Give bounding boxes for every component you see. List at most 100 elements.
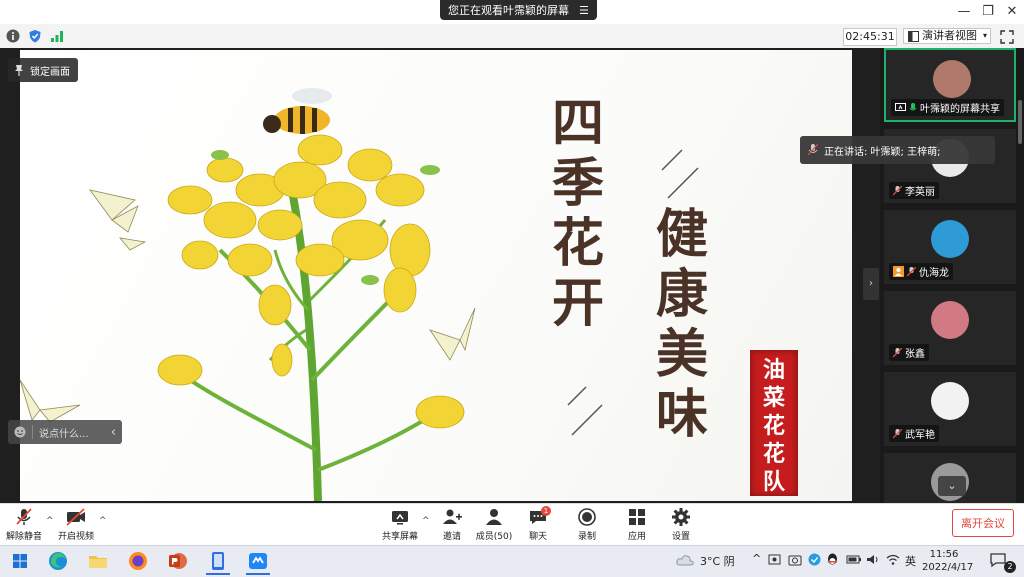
audio-options-caret[interactable]: ^ — [46, 516, 54, 526]
leave-meeting-button[interactable]: 离开会议 — [952, 509, 1014, 537]
shield-icon[interactable] — [28, 29, 42, 43]
mic-muted-icon — [907, 266, 916, 277]
collapse-chat-button[interactable]: ‹ — [111, 425, 116, 440]
apps-button[interactable]: 应用 — [617, 505, 657, 543]
fullscreen-icon[interactable] — [998, 28, 1016, 46]
participant-tile[interactable]: 武军艳 — [884, 372, 1016, 446]
presenter-view-label: 演讲者视图 — [922, 29, 977, 42]
invite-label: 邀请 — [442, 532, 461, 542]
security-tray-icon[interactable] — [808, 553, 821, 566]
tray-expand-icon[interactable]: ^ — [752, 552, 761, 565]
layout-icon — [908, 30, 919, 42]
members-button[interactable]: 成员(50) — [474, 505, 514, 543]
close-button[interactable]: ✕ — [1004, 4, 1020, 20]
share-screen-label: 共享屏幕 — [381, 532, 418, 542]
restore-button[interactable]: ❐ — [980, 4, 996, 20]
tencent-meeting-icon[interactable] — [246, 549, 270, 575]
record-button[interactable]: 录制 — [567, 505, 607, 543]
unmute-button[interactable]: 解除静音 — [4, 505, 44, 543]
members-icon — [486, 509, 502, 525]
chat-button[interactable]: 聊天 — [518, 505, 558, 543]
scroll-down-button[interactable]: ⌄ — [938, 476, 966, 496]
input-method-indicator[interactable]: 英 — [905, 553, 916, 569]
user-icon — [893, 266, 904, 277]
lock-view-label: 锁定画面 — [30, 66, 70, 78]
speaking-text: 正在讲话: 叶霈颖; 王梓萌; — [824, 146, 941, 158]
tablet-app-icon[interactable] — [206, 549, 230, 575]
rapeseed-flower-illustration — [20, 88, 699, 501]
taskbar-clock[interactable]: 11:56 2022/4/17 — [922, 548, 974, 574]
weather-text[interactable]: 3°C 阴 — [700, 553, 735, 569]
signal-icon[interactable] — [50, 29, 64, 43]
members-label: 成员(50) — [475, 532, 513, 542]
pin-icon — [14, 64, 24, 76]
gear-icon — [672, 508, 690, 526]
settings-button[interactable]: 设置 — [661, 505, 701, 543]
wifi-icon[interactable] — [886, 553, 900, 566]
camera-off-icon — [66, 508, 85, 526]
slide-title-right: 健康美味 — [656, 204, 711, 445]
chat-quick-input[interactable]: 说点什么... ‹ — [8, 420, 122, 444]
windows-start-icon[interactable] — [8, 549, 32, 573]
participant-tile[interactable]: 张鑫 — [884, 291, 1016, 365]
avatar — [931, 220, 969, 258]
tray-app-icon[interactable] — [768, 553, 781, 566]
participant-name: 叶霈颖的屏幕共享 — [891, 99, 1004, 116]
add-user-icon — [443, 509, 462, 524]
volume-icon[interactable] — [866, 553, 880, 566]
divider — [32, 425, 33, 439]
mic-muted-icon — [893, 347, 902, 358]
avatar — [933, 60, 971, 98]
file-explorer-icon[interactable] — [86, 549, 110, 573]
invite-button[interactable]: 邀请 — [432, 505, 472, 543]
share-options-caret[interactable]: ^ — [422, 516, 430, 526]
record-icon — [578, 508, 596, 526]
powerpoint-icon[interactable] — [166, 549, 190, 573]
edge-browser-icon[interactable] — [46, 549, 70, 573]
info-icon[interactable] — [6, 29, 20, 43]
chat-label: 聊天 — [528, 532, 547, 542]
unmute-label: 解除静音 — [5, 532, 42, 542]
participant-tile[interactable]: 仇海龙 — [884, 210, 1016, 284]
minimize-button[interactable]: — — [956, 4, 972, 20]
start-video-button[interactable]: 开启视频 — [56, 505, 96, 543]
presenter-view-dropdown[interactable]: 演讲者视图 ▾ — [903, 28, 991, 44]
battery-icon[interactable] — [846, 553, 862, 566]
team-stamp: 油菜花花队 — [750, 350, 798, 496]
firefox-icon[interactable] — [126, 549, 150, 573]
mic-muted-icon — [893, 185, 902, 196]
mic-icon — [808, 144, 818, 156]
toggle-participant-panel[interactable]: › — [863, 268, 879, 300]
settings-label: 设置 — [671, 532, 690, 542]
participant-tile[interactable]: 叶霈颖的屏幕共享 — [884, 48, 1016, 122]
menu-icon[interactable]: ☰ — [579, 4, 589, 17]
share-screen-button[interactable]: 共享屏幕 — [380, 505, 420, 543]
meeting-timer: 02:45:31 — [843, 28, 897, 46]
notification-count-badge: 2 — [1004, 561, 1016, 573]
participant-name: 张鑫 — [889, 344, 929, 361]
qq-tray-icon[interactable] — [826, 553, 839, 566]
lock-view-button[interactable]: 锁定画面 — [8, 58, 78, 82]
chevron-down-icon: ▾ — [983, 31, 988, 40]
team-stamp-text: 油菜花花队 — [762, 357, 785, 495]
clock-date: 2022/4/17 — [922, 562, 974, 573]
chat-unread-badge: 1 — [541, 506, 551, 516]
share-banner[interactable]: 您正在观看叶霈颖的屏幕 ☰ — [440, 0, 597, 20]
participant-name: 李英丽 — [889, 182, 939, 199]
panel-scrollbar[interactable] — [1018, 100, 1022, 144]
share-screen-icon — [392, 511, 408, 525]
presentation-slide: 四季花开 健康美味 油菜花花队 — [20, 50, 852, 501]
participant-name: 仇海龙 — [889, 263, 953, 280]
mic-active-icon — [909, 102, 917, 113]
camera-tray-icon[interactable] — [788, 553, 802, 566]
weather-icon[interactable] — [676, 553, 694, 567]
emoji-icon[interactable] — [14, 426, 26, 438]
video-options-caret[interactable]: ^ — [99, 516, 107, 526]
slide-title-left: 四季花开 — [552, 93, 607, 334]
avatar — [931, 301, 969, 339]
start-video-label: 开启视频 — [57, 532, 94, 542]
clock-time: 11:56 — [929, 549, 959, 560]
bee-icon — [263, 88, 332, 134]
chat-placeholder: 说点什么... — [39, 428, 89, 440]
speaking-indicator: 正在讲话: 叶霈颖; 王梓萌; — [800, 136, 995, 164]
